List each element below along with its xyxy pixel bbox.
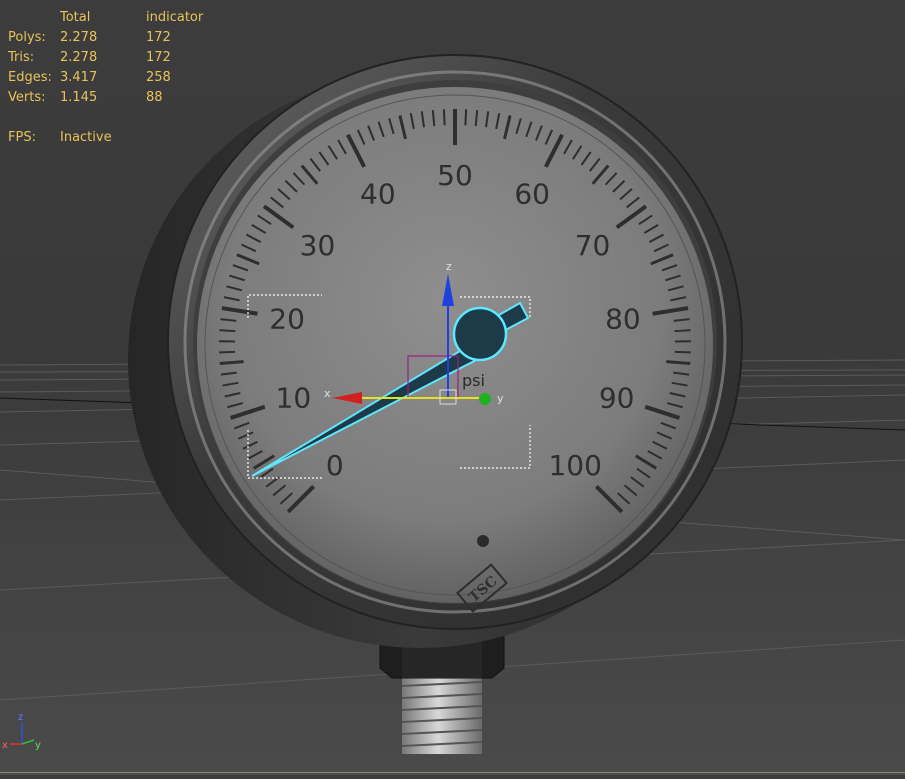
scale-label: 40 xyxy=(360,178,396,211)
axis-z-label: z xyxy=(18,712,23,723)
stats-row-verts: Verts: 1.145 88 xyxy=(8,88,226,108)
stats-row-polys: Polys: 2.278 172 xyxy=(8,28,226,48)
scale-tick xyxy=(444,109,445,125)
axis-x-label: x xyxy=(2,740,8,751)
gizmo-y-label: y xyxy=(497,392,504,405)
unit-label: psi xyxy=(462,371,485,390)
gizmo-x-label: x xyxy=(324,387,331,400)
stats-total: 2.278 xyxy=(60,28,146,48)
stats-selected: 172 xyxy=(146,48,226,68)
scale-label: 20 xyxy=(269,302,305,335)
fps-label: FPS: xyxy=(8,128,60,148)
fps-row: FPS: Inactive xyxy=(8,128,226,148)
axis-indicator: z x y xyxy=(2,712,41,751)
scale-label: 50 xyxy=(437,159,473,192)
stats-selected-header: indicator xyxy=(146,8,226,28)
stats-label: Polys: xyxy=(8,28,60,48)
gizmo-z-label: z xyxy=(446,260,452,273)
scale-tick xyxy=(220,362,244,364)
scale-label: 10 xyxy=(276,382,312,415)
scale-label: 80 xyxy=(605,302,641,335)
scale-label: 30 xyxy=(300,229,336,262)
axis-y-label: y xyxy=(35,740,41,751)
stats-selected: 258 xyxy=(146,68,226,88)
scale-tick xyxy=(219,330,235,331)
fps-value: Inactive xyxy=(60,128,112,148)
scale-tick xyxy=(675,330,691,331)
scale-tick xyxy=(465,109,466,125)
scale-label: 0 xyxy=(326,449,344,482)
stats-total: 2.278 xyxy=(60,48,146,68)
stats-header: Total indicator xyxy=(8,8,226,28)
scale-tick xyxy=(675,352,691,353)
stats-total: 1.145 xyxy=(60,88,146,108)
stats-total-header: Total xyxy=(60,8,146,28)
stats-label: Edges: xyxy=(8,68,60,88)
face-screw xyxy=(477,535,489,547)
scale-label: 100 xyxy=(548,449,601,482)
scale-label: 90 xyxy=(599,382,635,415)
stats-selected: 172 xyxy=(146,28,226,48)
stats-total: 3.417 xyxy=(60,68,146,88)
stats-row-edges: Edges: 3.417 258 xyxy=(8,68,226,88)
stats-selected: 88 xyxy=(146,88,226,108)
scale-label: 60 xyxy=(514,178,550,211)
stats-row-tris: Tris: 2.278 172 xyxy=(8,48,226,68)
stats-label: Verts: xyxy=(8,88,60,108)
viewport-statistics: Total indicator Polys: 2.278 172 Tris: 2… xyxy=(8,8,226,148)
viewport-bottom-border xyxy=(0,772,905,773)
scale-label: 70 xyxy=(575,229,611,262)
3d-viewport[interactable]: 0102030405060708090100 psi TSC xyxy=(0,0,905,775)
scale-tick xyxy=(666,362,690,364)
scale-tick xyxy=(219,352,235,353)
stats-label: Tris: xyxy=(8,48,60,68)
